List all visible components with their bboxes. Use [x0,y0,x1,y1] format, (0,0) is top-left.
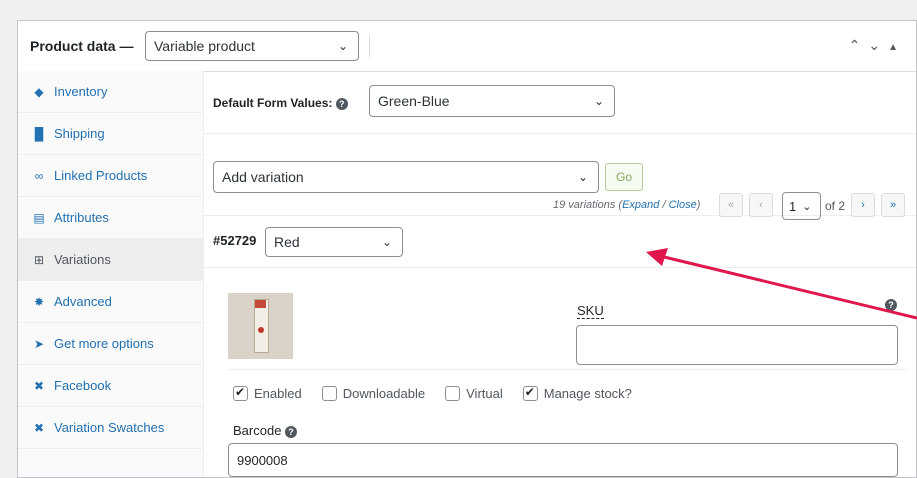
move-down-icon[interactable]: ⌄ [868,37,888,53]
checkbox-label: Virtual [466,385,503,401]
checkbox-icon[interactable] [321,385,337,401]
page-number: 1 [789,198,797,214]
variation-id: #52729 [213,233,257,248]
downloadable-checkbox[interactable]: Downloadable [321,385,426,401]
list-icon: ▤ [33,210,45,225]
tab-label: Get more options [54,336,154,351]
tab-label: Advanced [54,294,112,309]
virtual-checkbox[interactable]: Virtual [445,385,503,401]
help-icon[interactable]: ? [285,425,298,438]
last-page-button[interactable]: » [881,193,905,217]
default-form-values-label: Default Form Values: ? [213,96,348,110]
checkbox-label: Enabled [254,385,302,401]
tab-label: Facebook [54,378,112,393]
product-data-header: Product data — Variable product ⌄ ⌃⌄▲ [18,21,916,72]
barcode-input[interactable]: 9900008 [228,443,898,477]
variations-content: Default Form Values: ? Green-Blue ⌄ Add … [203,71,916,477]
checkbox-label: Manage stock? [543,385,632,401]
wrench-icon: ✖ [33,378,45,393]
grid-icon: ⊞ [33,252,45,267]
product-data-tabs: ◆ Inventory █ Shipping ∞ Linked Products ▤ A… [18,71,204,477]
variation-attribute-value: Red [274,234,300,250]
chevron-down-icon: ⌄ [802,200,812,213]
first-page-button[interactable]: « [719,193,743,217]
product-data-panel: Product data — Variable product ⌄ ⌃⌄▲ ◆ I… [17,20,917,478]
product-data-title: Product data — [30,38,134,54]
variation-action-value: Add variation [222,169,304,185]
tab-label: Linked Products [54,168,148,183]
barcode-label-text: Barcode [233,423,282,438]
divider [228,369,906,370]
product-type-value: Variable product [154,38,255,54]
wrench-icon: ✖ [33,420,45,435]
tab-label: Variations [54,252,111,267]
checkbox-icon[interactable] [445,385,461,401]
variation-actions-select[interactable]: Add variation ⌄ [213,161,599,193]
help-icon[interactable]: ? [335,97,348,110]
page-total: of 2 [825,199,846,213]
link-icon: ∞ [34,168,44,183]
tab-shipping[interactable]: █ Shipping [18,113,203,155]
barcode-label: Barcode ? [233,423,298,438]
product-type-select[interactable]: Variable product ⌄ [145,31,359,61]
divider [369,35,370,57]
default-form-values-text: Default Form Values: [213,96,333,110]
enabled-checkbox[interactable]: Enabled [233,385,302,401]
variation-count: 19 variations (Expand / Close) [553,199,700,211]
variation-attribute-select[interactable]: Red ⌄ [265,227,403,257]
tab-get-more-options[interactable]: ➤ Get more options [18,323,203,365]
help-icon[interactable]: ? [885,299,897,311]
checkbox-icon[interactable] [233,385,248,401]
checkbox-icon[interactable] [522,385,538,401]
truck-icon: █ [34,126,44,141]
tab-inventory[interactable]: ◆ Inventory [18,71,203,113]
product-box-lid [255,300,266,308]
product-box-dot [258,327,264,333]
tab-label: Attributes [54,210,109,225]
tab-variation-swatches[interactable]: ✖ Variation Swatches [18,407,203,449]
gear-icon: ✸ [33,294,45,309]
tab-facebook[interactable]: ✖ Facebook [18,365,203,407]
inventory-icon: ◆ [34,84,44,99]
close-link[interactable]: Close [669,199,697,211]
default-value: Green-Blue [378,93,450,109]
variation-actions-row: Add variation ⌄ Go 19 variations (Expand… [203,133,916,220]
go-button[interactable]: Go [605,163,643,191]
tab-label: Variation Swatches [54,420,165,435]
variation-options: Enabled Downloadable Virtual Manage stoc… [233,381,906,405]
expand-link[interactable]: Expand [622,199,659,211]
tab-label: Shipping [54,126,105,141]
tab-advanced[interactable]: ✸ Advanced [18,281,203,323]
default-value-select[interactable]: Green-Blue ⌄ [369,85,615,117]
tab-attributes[interactable]: ▤ Attributes [18,197,203,239]
tab-linked-products[interactable]: ∞ Linked Products [18,155,203,197]
chevron-down-icon: ⌄ [337,39,348,53]
slash-text: / [659,199,669,211]
plugin-icon: ➤ [33,336,45,351]
toggle-icon[interactable]: ▲ [888,42,906,53]
chevron-down-icon: ⌄ [593,94,604,108]
checkbox-label: Downloadable [342,385,426,401]
chevron-down-icon: ⌄ [577,170,588,184]
variation-header[interactable]: #52729 Red ⌄ [203,215,916,268]
variation-body: SKU ? Enabled Downloadable Virtual Manag… [203,267,916,477]
sku-input[interactable] [576,325,898,365]
variation-image[interactable] [228,293,293,359]
variation-count-text: 19 variations ( [553,199,623,211]
next-page-button[interactable]: › [851,193,875,217]
manage-stock-checkbox[interactable]: Manage stock? [522,385,632,401]
move-up-icon[interactable]: ⌃ [849,37,869,53]
tab-variations[interactable]: ⊞ Variations [18,239,203,281]
panel-move-arrows[interactable]: ⌃⌄▲ [849,37,906,54]
paren-text: ) [696,199,701,211]
tab-label: Inventory [54,84,108,99]
prev-page-button[interactable]: ‹ [749,193,773,217]
chevron-down-icon: ⌄ [381,235,392,249]
sku-label: SKU [577,303,604,319]
default-form-values-row: Default Form Values: ? Green-Blue ⌄ [203,71,916,134]
